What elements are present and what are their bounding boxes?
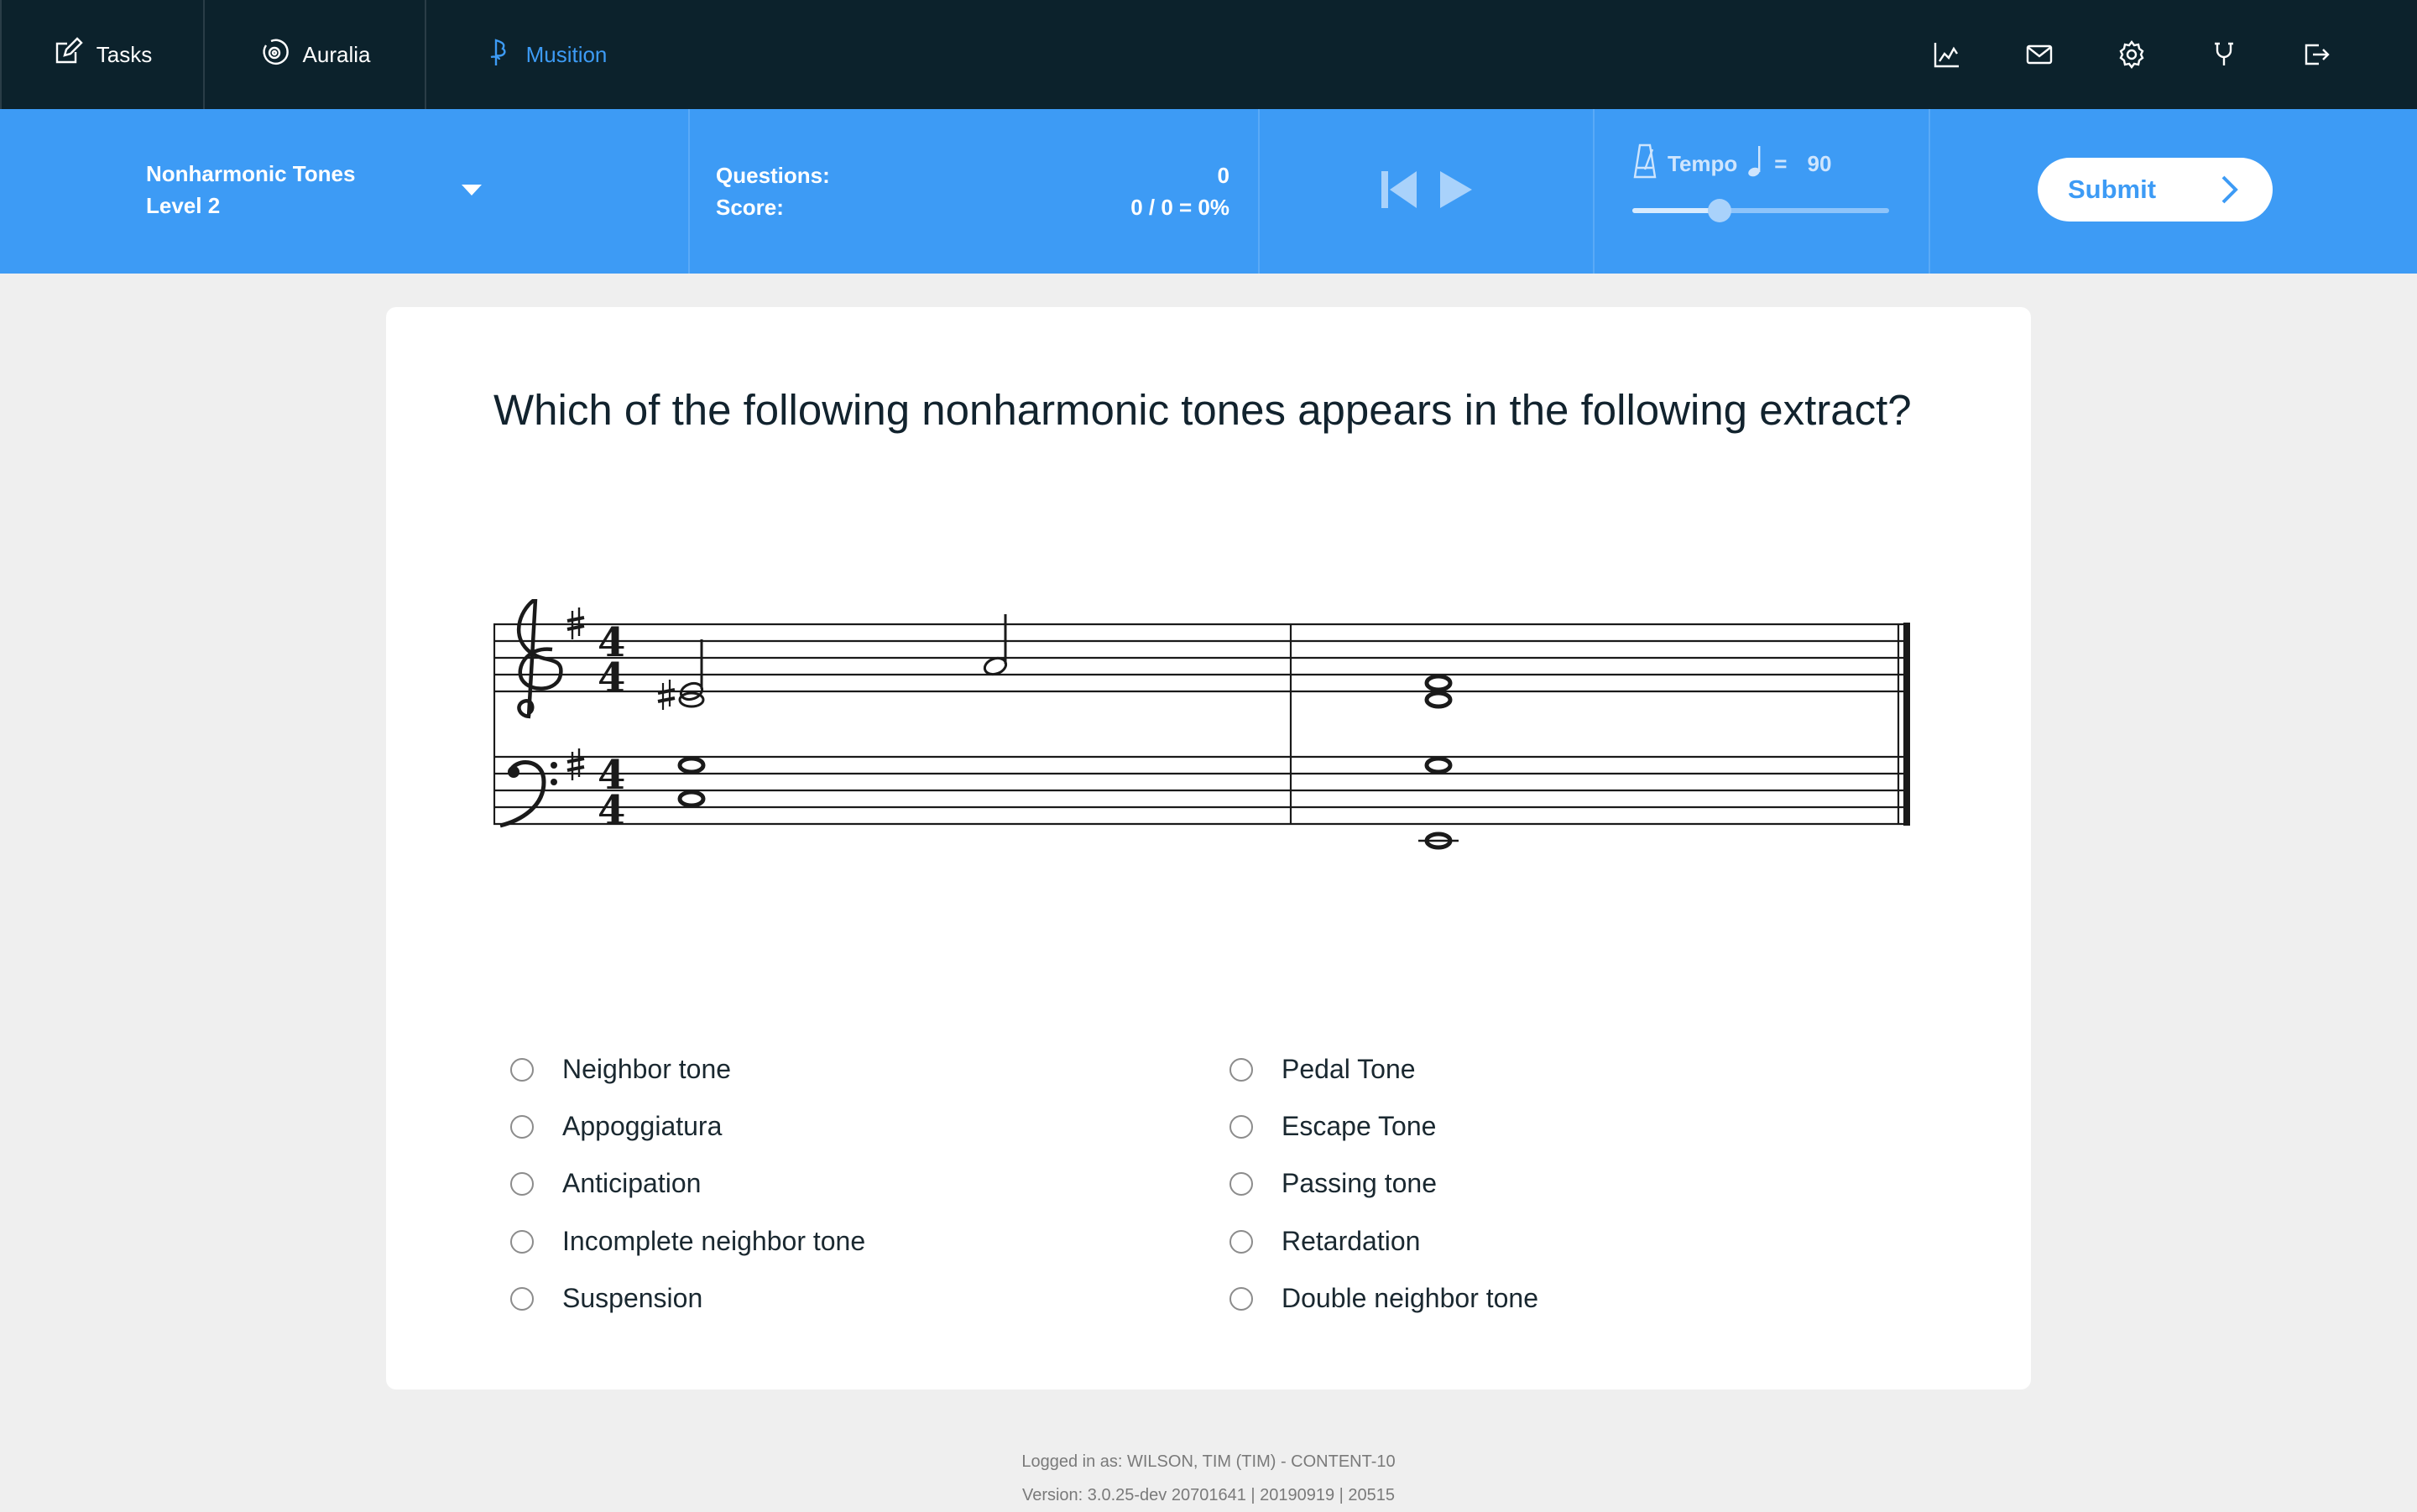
question-text: Which of the following nonharmonic tones… — [493, 386, 1912, 434]
questions-value: 0 — [1217, 163, 1229, 188]
accidental-sharp — [657, 680, 676, 710]
level-subtitle: Level 2 — [146, 193, 221, 218]
svg-text:4: 4 — [598, 654, 625, 701]
answer-option[interactable]: Incomplete neighbor tone — [510, 1226, 865, 1257]
key-signature-sharp — [566, 607, 585, 780]
footer: Logged in as: WILSON, TIM (TIM) - CONTEN… — [0, 1445, 2417, 1512]
skip-back-icon — [1381, 171, 1417, 208]
tab-label: Auralia — [302, 41, 371, 67]
tab-tasks[interactable]: Tasks — [0, 0, 203, 109]
restart-button[interactable] — [1380, 169, 1420, 214]
radio-button[interactable] — [510, 1171, 534, 1196]
musition-icon — [483, 37, 513, 73]
radio-button[interactable] — [1229, 1229, 1253, 1254]
tempo-slider-thumb[interactable] — [1708, 199, 1732, 222]
auralia-icon — [259, 37, 290, 73]
answer-option[interactable]: Passing tone — [1229, 1168, 1437, 1199]
tab-musition[interactable]: Musition — [425, 0, 663, 109]
answer-label: Escape Tone — [1282, 1111, 1437, 1141]
version-text: Version: 3.0.25-dev 20701641 | 20190919 … — [1021, 1486, 1396, 1504]
bass-clef — [499, 760, 557, 828]
gear-icon[interactable] — [2115, 38, 2148, 71]
toolbar-divider — [688, 109, 690, 274]
radio-button[interactable] — [510, 1057, 534, 1082]
headphones-icon[interactable] — [2207, 38, 2241, 71]
radio-button[interactable] — [510, 1114, 534, 1139]
tempo-equals: = — [1774, 151, 1788, 176]
metronome-icon — [1632, 143, 1657, 185]
score-label: Score: — [716, 195, 784, 220]
radio-button[interactable] — [1229, 1057, 1253, 1082]
nav-icon-group — [1930, 0, 2333, 109]
answer-option[interactable]: Retardation — [1229, 1226, 1420, 1257]
tab-label: Musition — [525, 41, 608, 67]
submit-label: Submit — [2068, 175, 2157, 204]
chevron-right-icon — [2221, 175, 2238, 204]
tempo-value: 90 — [1807, 151, 1832, 176]
notes-measure-1-treble — [678, 639, 705, 708]
toolbar-divider — [1929, 109, 1930, 274]
answer-label: Suspension — [562, 1283, 703, 1313]
edit-icon — [53, 36, 83, 73]
caret-down-icon — [462, 185, 482, 196]
music-score: 44 44 — [493, 599, 1910, 850]
notes-measure-2-bass — [1424, 756, 1453, 850]
answer-option[interactable]: Neighbor tone — [510, 1054, 731, 1085]
staff-lines — [493, 623, 1908, 826]
answer-label: Double neighbor tone — [1282, 1283, 1539, 1313]
answer-label: Neighbor tone — [562, 1054, 732, 1084]
tab-auralia[interactable]: Auralia — [203, 0, 425, 109]
answer-label: Incomplete neighbor tone — [562, 1226, 866, 1256]
top-nav: Tasks Auralia Musition — [0, 0, 2417, 109]
answer-label: Retardation — [1282, 1226, 1421, 1256]
chart-icon[interactable] — [1930, 38, 1964, 71]
answer-option[interactable]: Escape Tone — [1229, 1111, 1436, 1142]
answer-option[interactable]: Anticipation — [510, 1168, 701, 1199]
play-icon — [1440, 171, 1472, 208]
mail-icon[interactable] — [2023, 38, 2056, 71]
answer-option[interactable]: Appoggiatura — [510, 1111, 722, 1142]
tempo-label: Tempo — [1668, 151, 1738, 176]
logged-in-text: Logged in as: WILSON, TIM (TIM) - CONTEN… — [1021, 1452, 1396, 1471]
tempo-slider[interactable] — [1632, 199, 1889, 222]
radio-button[interactable] — [1229, 1114, 1253, 1139]
level-title: Nonharmonic Tones — [146, 161, 356, 186]
radio-button[interactable] — [510, 1286, 534, 1311]
svg-text:4: 4 — [598, 787, 625, 834]
final-barline — [1903, 623, 1910, 826]
quarter-note-icon — [1747, 144, 1764, 184]
play-button[interactable] — [1438, 169, 1475, 214]
answer-label: Anticipation — [562, 1168, 702, 1198]
answer-label: Passing tone — [1282, 1168, 1438, 1198]
submit-button[interactable]: Submit — [2038, 158, 2273, 222]
questions-label: Questions: — [716, 163, 830, 188]
answer-option[interactable]: Double neighbor tone — [1229, 1283, 1538, 1314]
score-panel: Questions: 0 Score: 0 / 0 = 0% — [716, 159, 1229, 223]
level-dropdown[interactable]: Nonharmonic Tones Level 2 — [146, 158, 490, 225]
answer-option[interactable]: Pedal Tone — [1229, 1054, 1416, 1085]
answer-option[interactable]: Suspension — [510, 1283, 702, 1314]
answer-label: Pedal Tone — [1282, 1054, 1416, 1084]
time-signature: 44 44 — [598, 619, 625, 834]
answer-label: Appoggiatura — [562, 1111, 723, 1141]
logout-icon[interactable] — [2300, 38, 2333, 71]
notes-measure-1-bass — [677, 756, 706, 808]
tab-label: Tasks — [96, 41, 153, 67]
question-card: Which of the following nonharmonic tones… — [386, 307, 2031, 1389]
toolbar-divider — [1258, 109, 1260, 274]
radio-button[interactable] — [1229, 1171, 1253, 1196]
tempo-slider-fill — [1632, 208, 1720, 213]
score-value: 0 / 0 = 0% — [1130, 195, 1229, 220]
radio-button[interactable] — [510, 1229, 534, 1254]
radio-button[interactable] — [1229, 1286, 1253, 1311]
toolbar-divider — [1593, 109, 1595, 274]
